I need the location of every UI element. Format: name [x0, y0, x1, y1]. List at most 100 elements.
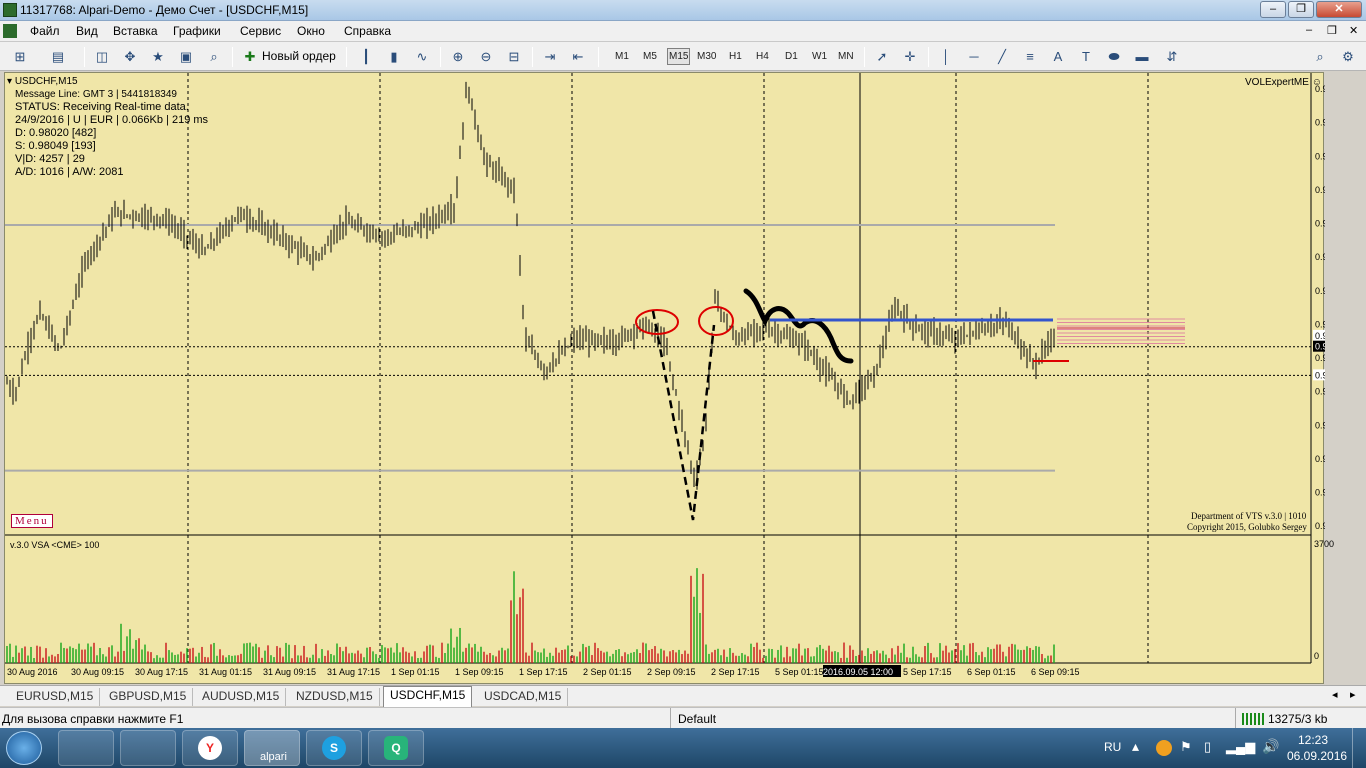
show-desktop-button[interactable]	[1352, 728, 1366, 768]
profiles-icon[interactable]: ▤	[48, 47, 68, 67]
autoscroll-icon[interactable]: ⇥	[540, 47, 560, 67]
time-tick-label: 30 Aug 17:15	[135, 667, 188, 677]
volume-icon[interactable]: 🔊	[1262, 738, 1279, 755]
line-chart-icon[interactable]: ∿	[412, 47, 432, 67]
zoom-in-icon[interactable]: ⊕	[448, 47, 468, 67]
tile-windows-icon[interactable]: ⊟	[504, 47, 524, 67]
trendline-icon[interactable]: ╱	[992, 47, 1012, 67]
chart-window[interactable]: 0.988450.987300.986150.985000.983850.982…	[4, 72, 1334, 685]
clock-time[interactable]: 12:23	[1298, 733, 1328, 747]
menu-help[interactable]: Справка	[344, 24, 391, 38]
menu-service[interactable]: Сервис	[240, 24, 281, 38]
tf-m5[interactable]: M5	[643, 51, 657, 62]
menu-charts[interactable]: Графики	[173, 24, 221, 38]
search-icon[interactable]: ⌕	[1310, 47, 1330, 67]
ellipse-icon[interactable]: ⬬	[1104, 47, 1124, 67]
time-tick-label: 1 Sep 01:15	[391, 667, 440, 677]
cursor-icon[interactable]: ➚	[872, 47, 892, 67]
navigator-icon[interactable]: ✥	[120, 47, 140, 67]
alpari-app[interactable]: alpari	[244, 730, 300, 766]
tf-m30[interactable]: M30	[697, 51, 716, 62]
tf-m15[interactable]: M15	[667, 48, 691, 65]
tf-h1[interactable]: H1	[729, 51, 742, 62]
tab-gbpusd[interactable]: GBPUSD,M15	[103, 688, 194, 706]
tf-h4[interactable]: H4	[756, 51, 769, 62]
menu-insert[interactable]: Вставка	[113, 24, 158, 38]
window-title: 11317768: Alpari-Demo - Демо Счет - [USD…	[20, 3, 309, 17]
toolbar: ⊞ ▤ ◫ ✥ ★ ▣ ⌕ ✚ Новый ордер ┃ ▮ ∿ ⊕ ⊖ ⊟ …	[0, 42, 1366, 71]
community-icon[interactable]: ⚙	[1338, 47, 1358, 67]
start-button[interactable]	[6, 731, 42, 765]
chart-tabs: EURUSD,M15 GBPUSD,M15 AUDUSD,M15 NZDUSD,…	[0, 685, 1366, 707]
tf-mn[interactable]: MN	[838, 51, 854, 62]
mdi-minimize[interactable]: –	[1306, 24, 1312, 36]
zoom-out-icon[interactable]: ⊖	[476, 47, 496, 67]
tray-flag-icon[interactable]: ⚑	[1180, 739, 1192, 755]
new-chart-icon[interactable]: ⊞	[10, 47, 30, 67]
title-bar: 11317768: Alpari-Demo - Демо Счет - [USD…	[0, 0, 1366, 21]
menu-view[interactable]: Вид	[76, 24, 98, 38]
clock-date[interactable]: 06.09.2016	[1287, 749, 1347, 763]
text-label-icon[interactable]: T	[1076, 47, 1096, 67]
vertical-line-icon[interactable]: │	[936, 47, 956, 67]
computer-icon[interactable]	[120, 730, 176, 766]
minimize-button[interactable]: –	[1260, 1, 1286, 18]
yandex-icon[interactable]: Y	[182, 730, 238, 766]
tf-w1[interactable]: W1	[812, 51, 827, 62]
tab-usdcad[interactable]: USDCAD,M15	[478, 688, 569, 706]
horizontal-line-icon[interactable]: ─	[964, 47, 984, 67]
qip-icon[interactable]: Q	[368, 730, 424, 766]
bar-chart-icon[interactable]: ┃	[356, 47, 376, 67]
price-tick-label: 0.98270	[1315, 252, 1325, 262]
info-line: S: 0.98049 [193]	[15, 140, 96, 152]
chart-shift-icon[interactable]: ⇤	[568, 47, 588, 67]
time-tick-label: 2 Sep 01:15	[583, 667, 632, 677]
arrows-icon[interactable]: ⇵	[1162, 47, 1182, 67]
skype-icon[interactable]: S	[306, 730, 362, 766]
mdi-restore[interactable]: ❐	[1327, 24, 1337, 37]
tab-audusd[interactable]: AUDUSD,M15	[196, 688, 287, 706]
current-price-label: 0.97964	[1315, 342, 1325, 352]
menu-file[interactable]: Файл	[30, 24, 60, 38]
status-bar: Для вызова справки нажмите F1 Default 13…	[0, 707, 1366, 728]
new-order-icon[interactable]: ✚	[240, 47, 260, 67]
tab-scroll-right-icon[interactable]: ▸	[1350, 688, 1356, 701]
price-tick-label: 0.98040	[1315, 319, 1325, 329]
favorites-icon[interactable]: ★	[148, 47, 168, 67]
tab-scroll-left-icon[interactable]: ◂	[1332, 688, 1338, 701]
tf-d1[interactable]: D1	[785, 51, 798, 62]
tf-m1[interactable]: M1	[615, 51, 629, 62]
price-tick-label: 0.98385	[1315, 219, 1325, 229]
market-watch-icon[interactable]: ◫	[92, 47, 112, 67]
tab-eurusd[interactable]: EURUSD,M15	[10, 688, 101, 706]
price-tick-label: 0.97350	[1315, 521, 1325, 531]
maximize-button[interactable]: ❐	[1288, 1, 1314, 18]
terminal-icon[interactable]: ▣	[176, 47, 196, 67]
network-icon[interactable]: ▂▄▆	[1226, 739, 1255, 755]
crosshair-icon[interactable]: ✛	[900, 47, 920, 67]
new-order-button[interactable]: Новый ордер	[262, 49, 336, 63]
text-icon[interactable]: A	[1048, 47, 1068, 67]
price-tick-label: 0.98730	[1315, 118, 1325, 128]
tester-icon[interactable]: ⌕	[204, 47, 224, 67]
chart-canvas[interactable]: 0.988450.987300.986150.985000.983850.982…	[5, 73, 1325, 685]
tray-expand-icon[interactable]: ▴	[1132, 738, 1139, 755]
tray-app-icon[interactable]	[1156, 740, 1172, 756]
candle-chart-icon[interactable]: ▮	[384, 47, 404, 67]
menu-button[interactable]: Menu	[11, 514, 53, 528]
current-price-label: 0.97866	[1315, 370, 1325, 380]
close-button[interactable]: ✕	[1316, 1, 1362, 18]
language-indicator[interactable]: RU	[1104, 740, 1121, 754]
calculator-icon[interactable]	[58, 730, 114, 766]
indicator-scale-bottom: 0	[1314, 651, 1320, 661]
tab-usdchf[interactable]: USDCHF,M15	[383, 686, 473, 707]
tray-device-icon[interactable]: ▯	[1204, 739, 1211, 755]
tab-nzdusd[interactable]: NZDUSD,M15	[290, 688, 380, 706]
rectangle-icon[interactable]: ▬	[1132, 47, 1152, 67]
info-line: 24/9/2016 | U | EUR | 0.066Kb | 219 ms	[15, 114, 209, 126]
mdi-close[interactable]: ✕	[1349, 24, 1358, 37]
expert-label: VOLExpertME ☺	[1245, 77, 1322, 88]
time-tick-label: 1 Sep 09:15	[455, 667, 504, 677]
channel-icon[interactable]: ≡	[1020, 47, 1040, 67]
menu-window[interactable]: Окно	[297, 24, 325, 38]
